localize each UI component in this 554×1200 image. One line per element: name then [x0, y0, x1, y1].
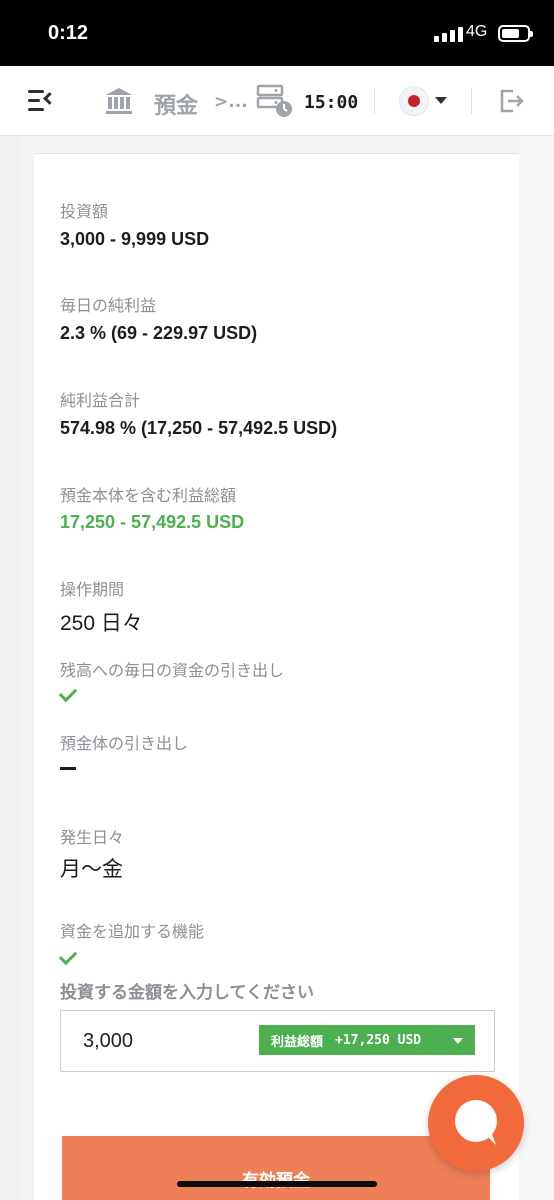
cellular-signal-icon	[434, 26, 463, 42]
total-net-profit-label: 純利益合計	[60, 391, 141, 410]
accrual-days-value: 月〜金	[60, 858, 123, 881]
amount-input[interactable]	[83, 1025, 253, 1057]
daily-net-profit-value: 2.3 % (69 - 229.97 USD)	[60, 323, 258, 343]
activate-deposit-button[interactable]: 有効預金	[62, 1136, 490, 1200]
logout-icon[interactable]	[499, 88, 525, 114]
network-type: 4G	[466, 23, 488, 40]
principal-withdrawal-label: 預金体の引き出し	[60, 734, 189, 753]
home-indicator	[177, 1181, 377, 1187]
menu-collapse-icon[interactable]	[28, 90, 56, 112]
japan-flag-icon[interactable]	[399, 86, 429, 116]
top-navigation: 預金 >... 15:00	[0, 66, 554, 136]
amount-field[interactable]: 利益総額 +17,250 USD	[60, 1010, 495, 1072]
server-time: 15:00	[304, 92, 359, 113]
investment-amount-value: 3,000 - 9,999 USD	[60, 229, 210, 249]
status-bar: 0:12 4G	[0, 0, 554, 66]
chevron-down-icon[interactable]	[435, 97, 447, 104]
investment-amount-label: 投資額	[60, 202, 109, 221]
operation-period-value: 250 日々	[60, 612, 143, 635]
total-profit-dropdown[interactable]: 利益総額 +17,250 USD	[259, 1025, 475, 1055]
card-divider	[34, 153, 519, 154]
dash-icon	[60, 767, 76, 770]
status-time: 0:12	[48, 22, 89, 44]
daily-net-profit-label: 毎日の純利益	[60, 296, 157, 315]
nav-divider	[374, 88, 375, 114]
accrual-days-label: 発生日々	[60, 828, 125, 847]
total-profit-amount: +17,250 USD	[335, 1032, 422, 1048]
operation-period-label: 操作期間	[60, 580, 125, 599]
background-right	[519, 136, 554, 1200]
server-time-icon	[256, 84, 292, 117]
amount-prompt: 投資する金額を入力してください	[60, 983, 314, 1003]
background-left	[0, 136, 20, 1200]
breadcrumb[interactable]: >...	[214, 92, 248, 112]
nav-divider	[471, 88, 472, 114]
total-with-principal-value: 17,250 - 57,492.5 USD	[60, 512, 245, 532]
chat-bubble-icon	[455, 1100, 497, 1145]
total-profit-label: 利益総額	[271, 1034, 324, 1050]
daily-withdrawal-label: 残高への毎日の資金の引き出し	[60, 661, 285, 680]
chevron-down-icon	[453, 1038, 463, 1044]
bank-icon	[106, 88, 132, 114]
add-funds-label: 資金を追加する機能	[60, 922, 205, 941]
total-with-principal-label: 預金本体を含む利益総額	[60, 486, 237, 505]
battery-icon	[498, 25, 533, 42]
total-net-profit-value: 574.98 % (17,250 - 57,492.5 USD)	[60, 418, 338, 438]
chat-button[interactable]	[428, 1075, 524, 1171]
page-title: 預金	[154, 94, 199, 119]
